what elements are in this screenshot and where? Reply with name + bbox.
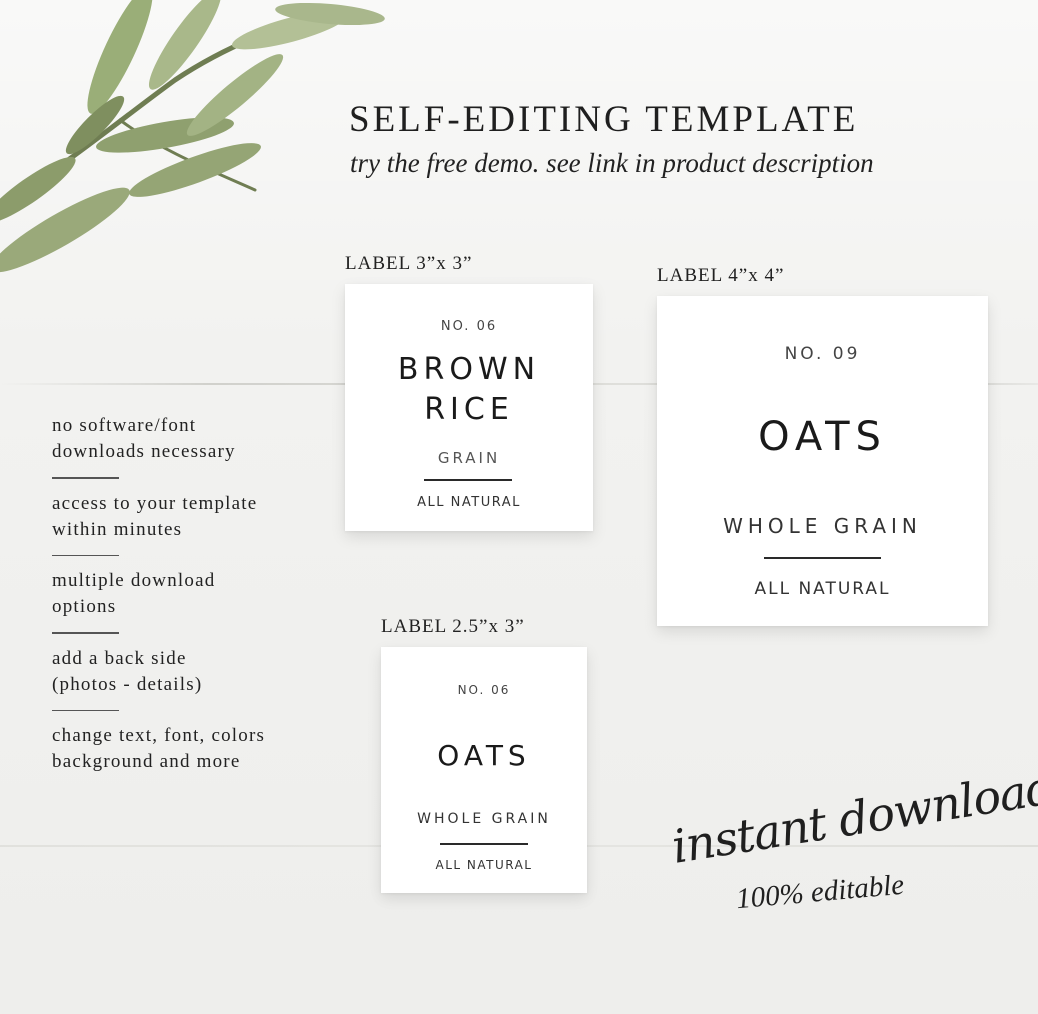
- olive-branch-image: [0, 0, 385, 273]
- feature-text-line2: within minutes: [52, 518, 183, 540]
- label-name-line2: RICE: [424, 392, 514, 427]
- label-card-3x3: NO. 06 BROWN RICE GRAIN ALL NATURAL: [345, 284, 593, 531]
- label-name: OATS: [437, 739, 531, 772]
- label-card-2-5x3: NO. 06 OATS WHOLE GRAIN ALL NATURAL: [381, 647, 587, 893]
- feature-item: access to your template within minutes: [52, 491, 332, 543]
- feature-text-line1: change text, font, colors: [52, 725, 266, 746]
- page-subtitle: try the free demo. see link in product d…: [350, 148, 874, 178]
- label-number: NO. 09: [784, 344, 861, 364]
- feature-item: no software/font downloads necessary: [52, 413, 332, 465]
- feature-list: no software/font downloads necessary acc…: [52, 413, 332, 787]
- label-type: WHOLE GRAIN: [417, 811, 551, 827]
- feature-item: multiple download options: [52, 568, 332, 620]
- feature-divider: [52, 554, 119, 556]
- label-tagline: ALL NATURAL: [417, 495, 521, 510]
- label-name-line1: BROWN: [397, 352, 541, 387]
- feature-text-line2: (photos - details): [52, 673, 203, 695]
- label-type: GRAIN: [437, 449, 501, 467]
- label-size-3x3: LABEL 3”x 3”: [345, 253, 473, 274]
- label-name: OATS: [758, 414, 887, 460]
- feature-text-line2: options: [52, 596, 117, 617]
- feature-divider: [52, 477, 119, 479]
- label-type: WHOLE GRAIN: [723, 514, 922, 538]
- label-tagline: ALL NATURAL: [435, 858, 533, 872]
- feature-item: change text, font, colors background and…: [52, 723, 332, 775]
- feature-text-line1: multiple download: [52, 570, 216, 591]
- label-size-2-5x3: LABEL 2.5”x 3”: [381, 616, 525, 637]
- label-card-4x4: NO. 09 OATS WHOLE GRAIN ALL NATURAL: [657, 296, 988, 626]
- label-divider: [764, 557, 881, 559]
- feature-text-line1: no software/font: [52, 415, 197, 436]
- label-size-4x4: LABEL 4”x 4”: [657, 265, 785, 286]
- feature-text-line2: background and more: [52, 751, 241, 772]
- label-divider: [440, 843, 528, 845]
- label-number: NO. 06: [457, 683, 511, 697]
- feature-divider: [52, 709, 119, 711]
- feature-divider: [52, 632, 119, 634]
- label-tagline: ALL NATURAL: [754, 579, 891, 599]
- label-number: NO. 06: [440, 319, 498, 334]
- feature-text-line2: downloads necessary: [52, 441, 236, 462]
- label-divider: [424, 479, 512, 481]
- page-title: SELF-EDITING TEMPLATE: [349, 99, 859, 140]
- feature-item: add a back side (photos - details): [52, 646, 332, 698]
- feature-text-line1: add a back side: [52, 647, 187, 669]
- feature-text-line1: access to your template: [52, 492, 258, 514]
